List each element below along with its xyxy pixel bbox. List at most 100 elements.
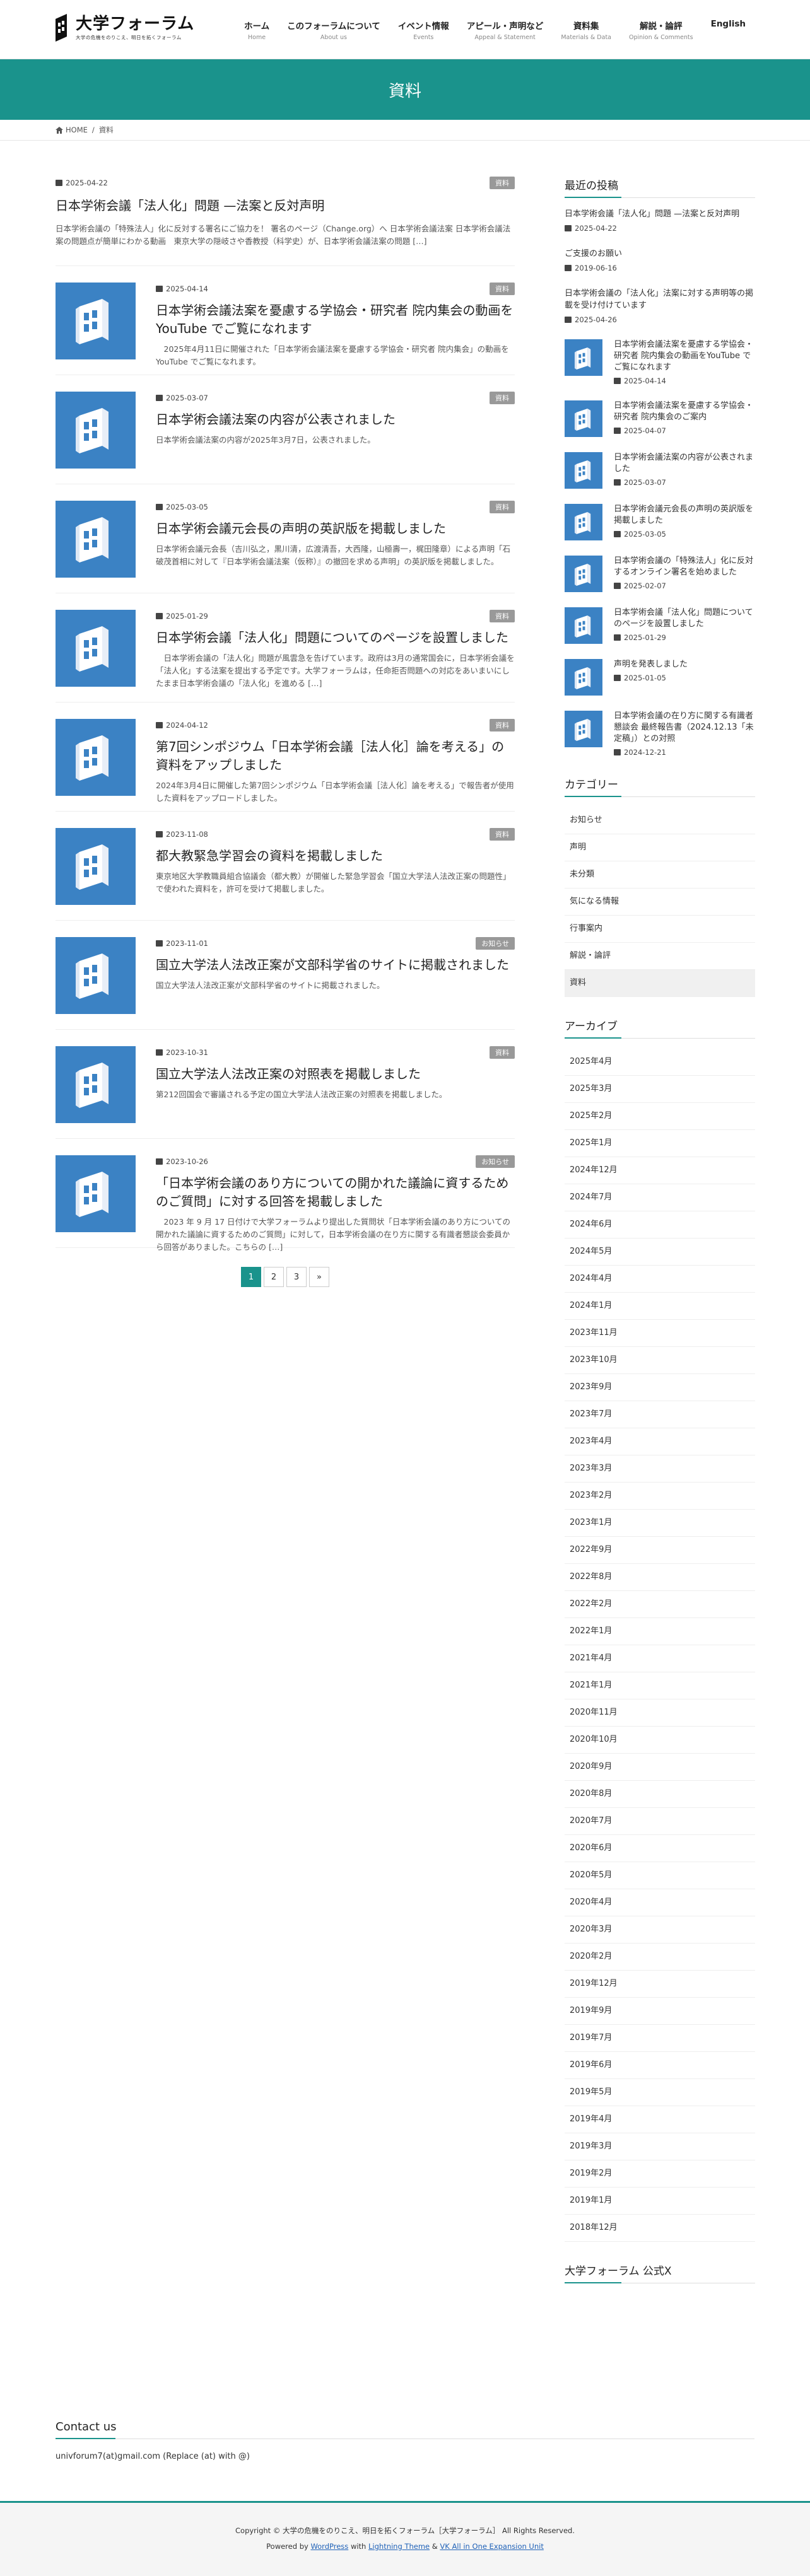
archive-item[interactable]: 2019年6月	[565, 2052, 755, 2079]
post-title[interactable]: 都大教緊急学習会の資料を掲載しました	[156, 847, 515, 865]
post-title[interactable]: 日本学術会議元会長の声明の英訳版を掲載しました	[156, 520, 515, 538]
category-item[interactable]: 声明	[565, 834, 755, 861]
recent-post-title[interactable]: 声明を発表しました	[614, 660, 688, 669]
nav-events[interactable]: イベント情報 Events	[389, 19, 458, 41]
category-badge[interactable]: 資料	[490, 719, 515, 731]
archive-item[interactable]: 2024年5月	[565, 1238, 755, 1266]
post-title[interactable]: 日本学術会議「法人化」問題についてのページを設置しました	[156, 629, 515, 647]
category-item[interactable]: 気になる情報	[565, 889, 755, 916]
recent-post-title[interactable]: 日本学術会議法案を憂慮する学協会・研究者 院内集会のご案内	[614, 401, 753, 422]
post-thumbnail[interactable]	[56, 501, 136, 578]
category-badge[interactable]: 資料	[490, 610, 515, 622]
recent-post-title[interactable]: 日本学術会議の在り方に関する有識者懇談会 最終報告書（2024.12.13「未定…	[614, 711, 754, 743]
archive-item[interactable]: 2024年4月	[565, 1266, 755, 1293]
post-title[interactable]: 日本学術会議法案を憂慮する学協会・研究者 院内集会の動画をYouTube でご覧…	[156, 301, 515, 338]
category-badge[interactable]: 資料	[490, 177, 515, 189]
archive-item[interactable]: 2018年12月	[565, 2215, 755, 2242]
archive-item[interactable]: 2020年8月	[565, 1781, 755, 1808]
nav-opinion[interactable]: 解説・論評 Opinion & Comments	[620, 19, 702, 41]
category-badge[interactable]: 資料	[490, 1046, 515, 1059]
category-badge[interactable]: 資料	[490, 828, 515, 841]
theme-link[interactable]: Lightning Theme	[368, 2542, 430, 2551]
recent-post-thumbnail[interactable]	[565, 504, 602, 540]
recent-post-title[interactable]: 日本学術会議の「法人化」法案に対する声明等の掲載を受け付けています	[565, 289, 753, 310]
archive-item[interactable]: 2020年7月	[565, 1808, 755, 1835]
page-3-button[interactable]: 3	[286, 1267, 307, 1287]
category-badge[interactable]: お知らせ	[476, 1155, 515, 1168]
archive-item[interactable]: 2025年3月	[565, 1076, 755, 1103]
archive-item[interactable]: 2022年2月	[565, 1591, 755, 1618]
post-thumbnail[interactable]	[56, 610, 136, 687]
recent-post-thumbnail[interactable]	[565, 659, 602, 696]
nav-about[interactable]: このフォーラムについて About us	[278, 19, 389, 41]
category-item[interactable]: お知らせ	[565, 807, 755, 834]
post-title[interactable]: 国立大学法人法改正案が文部科学省のサイトに掲載されました	[156, 956, 515, 974]
archive-item[interactable]: 2020年3月	[565, 1916, 755, 1944]
wordpress-link[interactable]: WordPress	[310, 2542, 348, 2551]
category-item[interactable]: 解説・論評	[565, 943, 755, 970]
nav-materials[interactable]: 資料集 Materials & Data	[552, 19, 620, 41]
archive-item[interactable]: 2023年9月	[565, 1374, 755, 1401]
archive-item[interactable]: 2020年6月	[565, 1835, 755, 1862]
archive-item[interactable]: 2019年3月	[565, 2133, 755, 2160]
site-logo[interactable]: 大学フォーラム 大学の危機をのりこえ、明日を拓くフォーラム	[56, 14, 194, 42]
archive-item[interactable]: 2024年1月	[565, 1293, 755, 1320]
nav-appeal[interactable]: アピール・声明など Appeal & Statement	[458, 19, 553, 41]
archive-item[interactable]: 2020年10月	[565, 1727, 755, 1754]
recent-post-title[interactable]: 日本学術会議元会長の声明の英訳版を掲載しました	[614, 504, 753, 525]
recent-post-title[interactable]: 日本学術会議法案を憂慮する学協会・研究者 院内集会の動画をYouTube でご覧…	[614, 340, 753, 372]
nav-home[interactable]: ホーム Home	[235, 19, 278, 41]
post-thumbnail[interactable]	[56, 1155, 136, 1232]
next-page-button[interactable]: »	[309, 1267, 329, 1287]
recent-post-title[interactable]: ご支援のお願い	[565, 249, 622, 259]
archive-item[interactable]: 2023年3月	[565, 1455, 755, 1483]
archive-item[interactable]: 2019年4月	[565, 2106, 755, 2133]
recent-post-thumbnail[interactable]	[565, 711, 602, 747]
plugin-link[interactable]: VK All in One Expansion Unit	[440, 2542, 543, 2551]
archive-item[interactable]: 2020年5月	[565, 1862, 755, 1889]
archive-item[interactable]: 2020年9月	[565, 1754, 755, 1781]
archive-item[interactable]: 2019年2月	[565, 2160, 755, 2188]
archive-item[interactable]: 2022年8月	[565, 1564, 755, 1591]
archive-item[interactable]: 2019年7月	[565, 2025, 755, 2052]
recent-post-title[interactable]: 日本学術会議の「特殊法人」化に反対するオンライン署名を始めました	[614, 556, 753, 577]
archive-item[interactable]: 2019年9月	[565, 1998, 755, 2025]
recent-post-title[interactable]: 日本学術会議法案の内容が公表されました	[614, 453, 753, 474]
archive-item[interactable]: 2023年11月	[565, 1320, 755, 1347]
post-thumbnail[interactable]	[56, 937, 136, 1014]
post-title[interactable]: 第7回シンポジウム「日本学術会議［法人化］論を考える」の資料をアップしました	[156, 738, 515, 774]
recent-post-thumbnail[interactable]	[565, 339, 602, 376]
archive-item[interactable]: 2024年7月	[565, 1184, 755, 1211]
archive-item[interactable]: 2022年9月	[565, 1537, 755, 1564]
post-title[interactable]: 日本学術会議「法人化」問題 —法案と反対声明	[56, 197, 515, 215]
category-item[interactable]: 資料	[565, 970, 755, 997]
archive-item[interactable]: 2025年1月	[565, 1130, 755, 1157]
post-title[interactable]: 「日本学術会議のあり方についての開かれた議論に資するためのご質問」に対する回答を…	[156, 1174, 515, 1211]
archive-item[interactable]: 2023年10月	[565, 1347, 755, 1374]
archive-item[interactable]: 2020年11月	[565, 1699, 755, 1727]
post-title[interactable]: 日本学術会議法案の内容が公表されました	[156, 411, 515, 429]
archive-item[interactable]: 2020年2月	[565, 1944, 755, 1971]
category-item[interactable]: 行事案内	[565, 916, 755, 943]
category-badge[interactable]: 資料	[490, 501, 515, 513]
post-thumbnail[interactable]	[56, 1046, 136, 1123]
page-1-button[interactable]: 1	[241, 1267, 261, 1287]
archive-item[interactable]: 2021年4月	[565, 1645, 755, 1672]
category-badge[interactable]: お知らせ	[476, 937, 515, 950]
recent-post-thumbnail[interactable]	[565, 452, 602, 489]
recent-post-thumbnail[interactable]	[565, 607, 602, 644]
archive-item[interactable]: 2024年6月	[565, 1211, 755, 1238]
recent-post-thumbnail[interactable]	[565, 400, 602, 437]
post-thumbnail[interactable]	[56, 828, 136, 905]
archive-item[interactable]: 2025年4月	[565, 1049, 755, 1076]
archive-item[interactable]: 2023年4月	[565, 1428, 755, 1455]
post-thumbnail[interactable]	[56, 392, 136, 469]
post-title[interactable]: 国立大学法人法改正案の対照表を掲載しました	[156, 1065, 515, 1083]
breadcrumb-home[interactable]: HOME	[66, 125, 88, 134]
archive-item[interactable]: 2020年4月	[565, 1889, 755, 1916]
category-item[interactable]: 未分類	[565, 861, 755, 889]
archive-item[interactable]: 2022年1月	[565, 1618, 755, 1645]
archive-item[interactable]: 2019年12月	[565, 1971, 755, 1998]
archive-item[interactable]: 2019年5月	[565, 2079, 755, 2106]
archive-item[interactable]: 2024年12月	[565, 1157, 755, 1184]
